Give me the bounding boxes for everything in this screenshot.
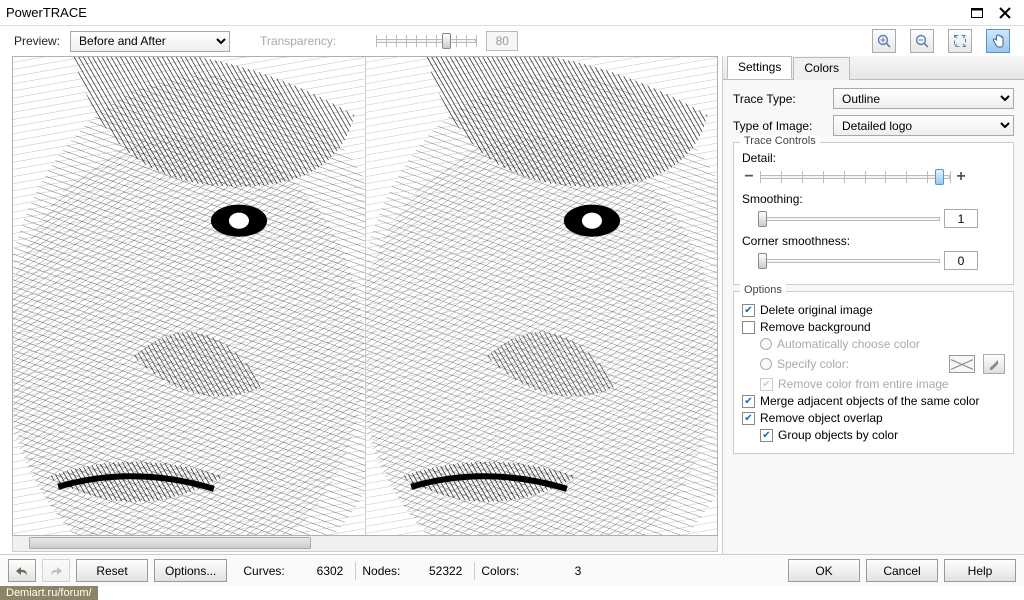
options-group: Options ✔ Delete original image Remove b… xyxy=(733,291,1014,454)
checkbox-icon: ✔ xyxy=(742,304,755,317)
title-bar: PowerTRACE xyxy=(0,0,1024,26)
checkbox-icon: ✔ xyxy=(760,429,773,442)
nodes-value: 52322 xyxy=(418,564,468,578)
specify-color-option: Specify color: xyxy=(760,354,1005,374)
options-legend: Options xyxy=(740,284,786,296)
detail-slider[interactable] xyxy=(760,168,950,186)
redo-button[interactable] xyxy=(42,559,70,582)
trace-controls-legend: Trace Controls xyxy=(740,135,820,147)
content-area: Settings Colors Trace Type: Outline Type… xyxy=(0,56,1024,554)
preview-label: Preview: xyxy=(14,34,60,48)
reset-button[interactable]: Reset xyxy=(76,559,148,582)
close-button[interactable] xyxy=(992,4,1018,22)
auto-choose-color-option: Automatically choose color xyxy=(760,337,1005,351)
corner-smoothness-slider[interactable] xyxy=(760,252,940,270)
radio-icon xyxy=(760,338,772,350)
colors-label: Colors: xyxy=(481,564,531,578)
maximize-button[interactable] xyxy=(964,4,990,22)
corner-smoothness-value[interactable]: 0 xyxy=(944,251,978,270)
zoom-fit-button[interactable] xyxy=(948,29,972,53)
detail-minus-icon[interactable]: − xyxy=(742,170,756,184)
remove-color-entire-option: ✔ Remove color from entire image xyxy=(760,377,1005,391)
detail-label: Detail: xyxy=(742,151,1005,165)
corner-smoothness-label: Corner smoothness: xyxy=(742,234,1005,248)
type-of-image-label: Type of Image: xyxy=(733,119,833,133)
preview-box xyxy=(12,56,718,536)
options-button[interactable]: Options... xyxy=(154,559,227,582)
smoothing-value[interactable]: 1 xyxy=(944,209,978,228)
smoothing-label: Smoothing: xyxy=(742,192,1005,206)
group-by-color-option[interactable]: ✔ Group objects by color xyxy=(760,428,1005,442)
trace-type-label: Trace Type: xyxy=(733,92,833,106)
checkbox-icon: ✔ xyxy=(742,395,755,408)
checkbox-icon xyxy=(742,321,755,334)
settings-panel: Trace Type: Outline Type of Image: Detai… xyxy=(723,80,1024,462)
window-title: PowerTRACE xyxy=(6,5,962,20)
horizontal-scrollbar[interactable] xyxy=(12,536,718,552)
radio-icon xyxy=(760,358,772,370)
color-swatch xyxy=(949,355,975,373)
checkbox-icon: ✔ xyxy=(760,378,773,391)
watermark: Demiart.ru/forum/ xyxy=(0,586,98,600)
transparency-label: Transparency: xyxy=(260,34,336,48)
pan-button[interactable] xyxy=(986,29,1010,53)
transparency-value: 80 xyxy=(486,31,518,51)
colors-value: 3 xyxy=(537,564,587,578)
before-image-pane[interactable] xyxy=(13,57,366,535)
remove-background-option[interactable]: Remove background xyxy=(742,320,1005,334)
cancel-button[interactable]: Cancel xyxy=(866,559,938,582)
panel-tabs: Settings Colors xyxy=(723,56,1024,80)
zoom-in-button[interactable] xyxy=(872,29,896,53)
detail-plus-icon[interactable]: + xyxy=(954,170,968,184)
curves-value: 6302 xyxy=(299,564,349,578)
preview-select[interactable]: Before and After xyxy=(70,31,230,52)
top-toolbar: Preview: Before and After Transparency: … xyxy=(0,26,1024,56)
transparency-slider[interactable] xyxy=(376,32,476,50)
ok-button[interactable]: OK xyxy=(788,559,860,582)
nodes-label: Nodes: xyxy=(362,564,412,578)
curves-label: Curves: xyxy=(243,564,293,578)
side-panel: Settings Colors Trace Type: Outline Type… xyxy=(722,56,1024,554)
tab-settings[interactable]: Settings xyxy=(727,56,792,79)
smoothing-slider[interactable] xyxy=(760,210,940,228)
merge-adjacent-option[interactable]: ✔ Merge adjacent objects of the same col… xyxy=(742,394,1005,408)
trace-type-select[interactable]: Outline xyxy=(833,88,1014,109)
trace-controls-group: Trace Controls Detail: − + Smoothing xyxy=(733,142,1014,285)
preview-area xyxy=(0,56,722,554)
tab-colors[interactable]: Colors xyxy=(793,57,850,80)
checkbox-icon: ✔ xyxy=(742,412,755,425)
trace-stats: Curves: 6302 Nodes: 52322 Colors: 3 xyxy=(243,562,782,580)
zoom-out-button[interactable] xyxy=(910,29,934,53)
after-image-pane[interactable] xyxy=(366,57,718,535)
footer-bar: Reset Options... Curves: 6302 Nodes: 523… xyxy=(0,554,1024,586)
help-button[interactable]: Help xyxy=(944,559,1016,582)
remove-overlap-option[interactable]: ✔ Remove object overlap xyxy=(742,411,1005,425)
eyedropper-button xyxy=(983,354,1005,374)
delete-original-option[interactable]: ✔ Delete original image xyxy=(742,303,1005,317)
type-of-image-select[interactable]: Detailed logo xyxy=(833,115,1014,136)
undo-button[interactable] xyxy=(8,559,36,582)
